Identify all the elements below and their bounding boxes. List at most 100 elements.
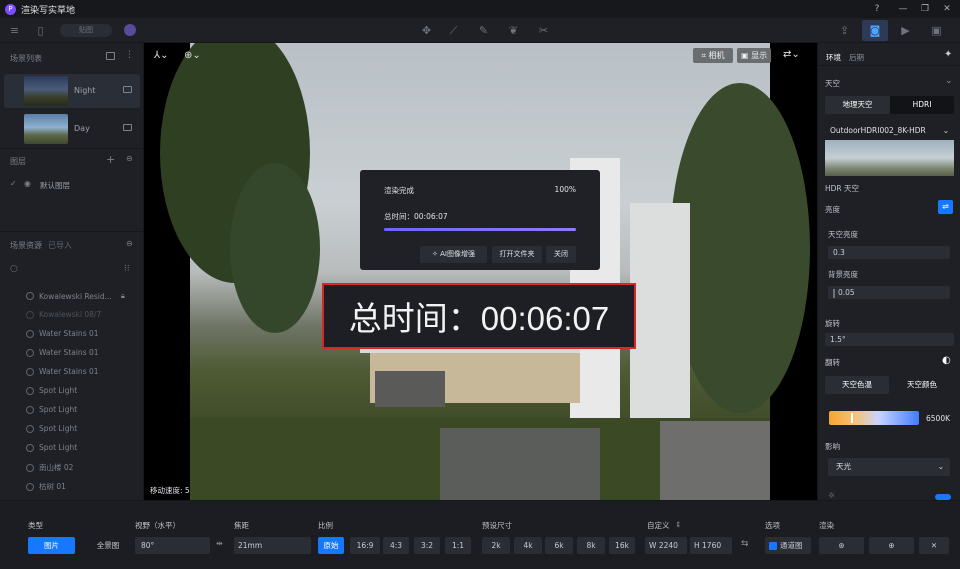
help-icon[interactable]: ?: [871, 3, 883, 15]
swap-dimensions-icon[interactable]: ⇆: [741, 539, 749, 549]
camera-button[interactable]: ⌗ 相机: [693, 48, 733, 63]
bg-brightness-input[interactable]: 0.05: [828, 286, 950, 299]
close-window-icon[interactable]: ✕: [941, 3, 953, 15]
transform-icon[interactable]: ✥: [420, 24, 433, 37]
asset-item[interactable]: Spot Light: [26, 424, 77, 433]
preset-size-option[interactable]: 8k: [577, 537, 605, 554]
temperature-slider[interactable]: [829, 411, 919, 425]
fov-lock-icon[interactable]: ⇹: [216, 539, 223, 548]
add-scene-icon[interactable]: [106, 52, 115, 60]
asset-item[interactable]: Spot Light: [26, 443, 77, 452]
ratio-option[interactable]: 3:2: [414, 537, 440, 554]
custom-info-icon[interactable]: ⇕: [675, 520, 681, 529]
asset-item[interactable]: Kowalewski Resid... 🔒︎: [26, 291, 125, 301]
asset-options-icon[interactable]: ⊖: [126, 239, 133, 248]
dialog-close-button[interactable]: 关闭: [546, 246, 576, 263]
display-button[interactable]: ▣ 显示: [737, 48, 771, 63]
left-panel: 场景列表 ⋮ Night Day 图层 + ⊖ ✓ ◉ 默认图层 场景资源 已导…: [0, 43, 144, 500]
add-layer-icon[interactable]: +: [106, 153, 115, 166]
channel-option[interactable]: 通道图: [765, 537, 811, 554]
gallery-icon[interactable]: ▣: [930, 24, 943, 37]
axis-gizmo-icon[interactable]: ⅄⌄: [154, 50, 169, 61]
menu-icon[interactable]: ≡: [8, 24, 21, 37]
asset-item[interactable]: Water Stains 01: [26, 367, 99, 376]
asset-item[interactable]: Spot Light: [26, 386, 77, 395]
grid-view-icon[interactable]: ⁝⁝: [124, 264, 130, 274]
rotate-input[interactable]: 1.5°: [825, 333, 954, 346]
search-icon[interactable]: ○: [10, 264, 18, 274]
render-image-icon[interactable]: ◙: [862, 20, 888, 41]
minimize-icon[interactable]: —: [897, 3, 909, 15]
file-icon[interactable]: ▯: [34, 24, 47, 37]
render-queue-button[interactable]: ⊕: [869, 537, 914, 554]
aperture-icon: ⊛: [838, 541, 845, 550]
focal-input[interactable]: 21mm: [234, 537, 311, 554]
preset-size-option[interactable]: 6k: [545, 537, 573, 554]
eye-icon[interactable]: ◉: [24, 179, 31, 188]
imported-tab[interactable]: 已导入: [48, 240, 72, 251]
hdri-select[interactable]: OutdoorHDRI002_8K-HDR ⌄: [825, 122, 954, 139]
sky-brightness-input[interactable]: 0.3: [828, 246, 950, 259]
hdri-button[interactable]: HDRI: [890, 96, 954, 114]
camera-icon[interactable]: [123, 124, 132, 131]
asset-item[interactable]: 枯树 01: [26, 481, 66, 492]
render-settings-button[interactable]: ⊛: [819, 537, 864, 554]
ai-enhance-button[interactable]: ✧ AI图像增强: [420, 246, 487, 263]
geo-sky-button[interactable]: 地理天空: [825, 96, 890, 114]
ratio-option[interactable]: 16:9: [350, 537, 380, 554]
ratio-option[interactable]: 原始: [318, 537, 344, 554]
influence-select[interactable]: 天光 ⌄: [828, 458, 950, 476]
ratio-option[interactable]: 1:1: [445, 537, 471, 554]
layers-title: 图层: [10, 157, 26, 166]
measure-icon[interactable]: ⟋: [447, 24, 460, 37]
fov-input[interactable]: 80°: [135, 537, 210, 554]
sky-title: 天空: [825, 79, 840, 88]
width-input[interactable]: W 2240: [645, 537, 687, 554]
scene-item-day[interactable]: Day: [4, 112, 140, 146]
type-panorama-button[interactable]: 全景图: [80, 537, 136, 554]
preset-size-option[interactable]: 2k: [482, 537, 510, 554]
slider-knob[interactable]: [850, 413, 853, 423]
viewport[interactable]: ⅄⌄ ⊕⌄ ⌗ 相机 ▣ 显示 ⇄⌄ 移动速度: 5: [144, 43, 817, 500]
tab-post[interactable]: 后期: [849, 52, 864, 63]
asset-item[interactable]: Spot Light: [26, 405, 77, 414]
scene-item-night[interactable]: Night: [4, 74, 140, 108]
layout-switch-icon[interactable]: ⇄⌄: [783, 49, 800, 60]
tab-environment[interactable]: 环境: [826, 52, 841, 63]
check-icon[interactable]: ✓: [10, 179, 17, 188]
restore-icon[interactable]: ❐: [919, 3, 931, 15]
open-folder-button[interactable]: 打开文件夹: [492, 246, 542, 263]
layer-options-icon[interactable]: ⊖: [126, 154, 133, 163]
tool-icon[interactable]: ✂: [537, 24, 550, 37]
asset-item[interactable]: 南山楼 02: [26, 462, 73, 473]
brush-icon[interactable]: ✎: [477, 24, 490, 37]
default-layer-label[interactable]: 默认图层: [40, 180, 70, 191]
render-scene-image: [160, 43, 810, 500]
ratio-option[interactable]: 4:3: [383, 537, 409, 554]
flip-toggle-icon[interactable]: ◐: [942, 355, 951, 366]
globe-icon[interactable]: ⊕⌄: [184, 50, 201, 61]
adjust-toggle-icon[interactable]: ⇌: [938, 200, 953, 214]
hdr-sky-label: HDR 天空: [825, 184, 860, 193]
more-icon[interactable]: ⋮: [125, 50, 134, 60]
magic-icon[interactable]: ✦: [944, 49, 952, 60]
collapse-chevron-icon[interactable]: ⌄: [945, 76, 953, 86]
cancel-render-button[interactable]: ✕: [919, 537, 949, 554]
preset-size-option[interactable]: 16k: [609, 537, 635, 554]
asset-item[interactable]: Water Stains 01: [26, 348, 99, 357]
sky-color-button[interactable]: 天空颜色: [890, 376, 954, 394]
progress-fill: [384, 228, 576, 231]
toolbar-tag[interactable]: 贴图: [60, 24, 112, 37]
asset-item[interactable]: Kowalewski 08/7: [26, 310, 101, 319]
checkbox-icon[interactable]: [769, 542, 777, 550]
leaf-icon[interactable]: ❦: [507, 24, 520, 37]
height-input[interactable]: H 1760: [690, 537, 732, 554]
type-image-button[interactable]: 图片: [28, 537, 75, 554]
material-ball-icon[interactable]: [124, 24, 136, 36]
share-icon[interactable]: ⇪: [838, 24, 851, 37]
sky-temp-button[interactable]: 天空色温: [825, 376, 889, 394]
preset-size-option[interactable]: 4k: [514, 537, 542, 554]
camera-icon[interactable]: [123, 86, 132, 93]
video-icon[interactable]: ▶: [899, 24, 912, 37]
asset-item[interactable]: Water Stains 01: [26, 329, 99, 338]
